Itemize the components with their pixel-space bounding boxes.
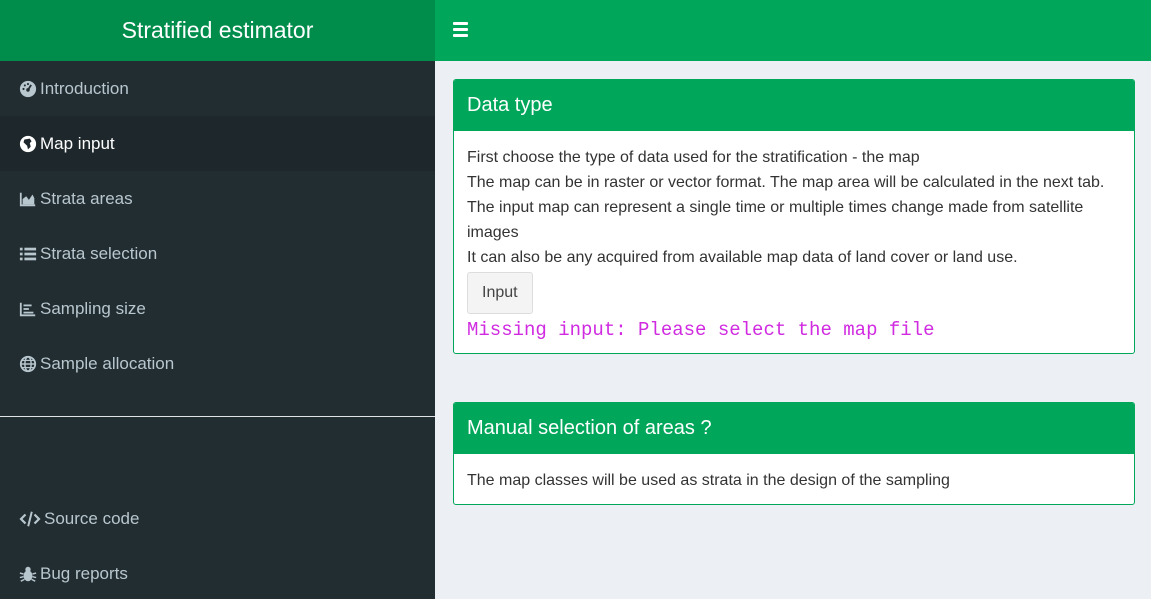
sidebar-divider bbox=[0, 416, 435, 417]
description-line: First choose the type of data used for t… bbox=[467, 149, 920, 166]
dashboard-icon bbox=[18, 79, 38, 99]
sidebar-item-source-code[interactable]: Source code bbox=[0, 491, 435, 546]
box-title: Manual selection of areas ? bbox=[454, 403, 1134, 454]
bug-icon bbox=[18, 564, 38, 584]
sidebar-item-sample-allocation[interactable]: Sample allocation bbox=[0, 336, 435, 391]
globe-africa-icon bbox=[18, 134, 38, 154]
box-body: First choose the type of data used for t… bbox=[454, 131, 1134, 353]
description-line: It can also be any acquired from availab… bbox=[467, 249, 1018, 266]
sidebar-item-map-input[interactable]: Map input bbox=[0, 116, 435, 171]
validation-error-message: Missing input: Please select the map fil… bbox=[467, 319, 935, 341]
sidebar-toggle-icon[interactable] bbox=[452, 19, 471, 41]
sidebar-item-label: Introduction bbox=[40, 78, 129, 98]
sidebar-item-label: Source code bbox=[44, 508, 140, 528]
box-body: The map classes will be used as strata i… bbox=[454, 454, 1134, 504]
sidebar-item-label: Strata selection bbox=[40, 243, 158, 263]
input-button[interactable]: Input bbox=[467, 272, 533, 314]
list-icon bbox=[18, 244, 38, 264]
sidebar-item-label: Map input bbox=[40, 133, 115, 153]
area-chart-icon bbox=[18, 189, 38, 209]
sidebar-item-strata-selection[interactable]: Strata selection bbox=[0, 226, 435, 281]
sidebar: Introduction Map input Strata areas Stra… bbox=[0, 61, 435, 599]
sidebar-item-label: Sample allocation bbox=[40, 353, 175, 373]
sidebar-item-label: Strata areas bbox=[40, 188, 133, 208]
app-logo-title: Stratified estimator bbox=[0, 0, 435, 61]
box-title: Data type bbox=[454, 80, 1134, 131]
sidebar-item-strata-areas[interactable]: Strata areas bbox=[0, 171, 435, 226]
description-line: The input map can represent a single tim… bbox=[467, 199, 1084, 241]
code-icon bbox=[18, 509, 42, 529]
description-line: The map can be in raster or vector forma… bbox=[467, 174, 1105, 191]
sidebar-item-label: Bug reports bbox=[40, 563, 128, 583]
description-line: The map classes will be used as strata i… bbox=[467, 472, 950, 489]
sidebar-item-sampling-size[interactable]: Sampling size bbox=[0, 281, 435, 336]
globe-icon bbox=[18, 354, 38, 374]
top-navbar bbox=[435, 0, 1151, 61]
manual-selection-box: Manual selection of areas ? The map clas… bbox=[453, 402, 1135, 505]
sidebar-item-bug-reports[interactable]: Bug reports bbox=[0, 546, 435, 599]
data-type-box: Data type First choose the type of data … bbox=[453, 79, 1135, 354]
bar-chart-icon bbox=[18, 299, 38, 319]
sidebar-item-label: Sampling size bbox=[40, 298, 146, 318]
sidebar-item-introduction[interactable]: Introduction bbox=[0, 61, 435, 116]
